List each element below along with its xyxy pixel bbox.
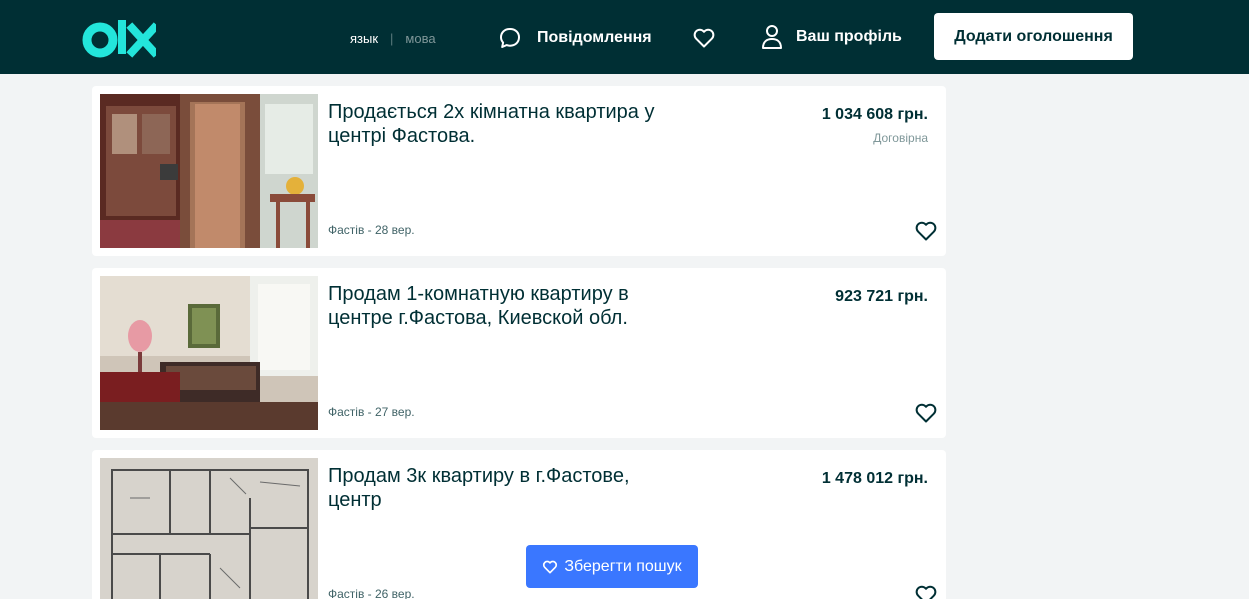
listing-title[interactable]: Продам 3к квартиру в г.Фастове, центр — [328, 464, 668, 512]
heart-icon — [543, 560, 558, 573]
listing-title[interactable]: Продається 2х кімнатна квартира у центрі… — [328, 100, 668, 148]
listing-card[interactable]: Продам 3к квартиру в г.Фастове, центр 1 … — [92, 450, 946, 599]
save-search-button[interactable]: Зберегти пошук — [526, 545, 698, 588]
add-listing-button[interactable]: Додати оголошення — [934, 13, 1133, 60]
listing-card[interactable]: Продається 2х кімнатна квартира у центрі… — [92, 86, 946, 256]
listing-card[interactable]: Продам 1-комнатную квартиру в центре г.Ф… — [92, 268, 946, 438]
messages-link[interactable]: Повідомлення — [498, 26, 652, 50]
listing-price: 1 034 608 грн. — [821, 106, 928, 123]
lang-separator: | — [390, 31, 394, 46]
listing-photo[interactable] — [100, 276, 318, 430]
bedroom-photo — [100, 276, 318, 430]
favorite-heart-icon[interactable] — [914, 219, 938, 243]
messages-label: Повідомлення — [537, 29, 652, 46]
location-date: Фастів - 28 вер. — [328, 223, 415, 237]
floor-plan-photo — [100, 458, 318, 599]
listing-photo[interactable] — [100, 94, 318, 248]
favorites-heart-icon[interactable] — [692, 26, 716, 50]
negotiable-label: Договірна — [873, 131, 928, 145]
listing-price: 923 721 грн. — [835, 288, 928, 305]
lang-option-ru[interactable]: язык — [350, 31, 378, 46]
chat-bubble-icon — [500, 28, 520, 48]
location-date: Фастів - 26 вер. — [328, 587, 415, 599]
top-header: язык | мова Повідомлення Ваш профіль Дод… — [0, 0, 1249, 74]
living-room-photo — [100, 94, 318, 248]
listing-price: 1 478 012 грн. — [821, 470, 928, 487]
lang-option-uk[interactable]: мова — [405, 31, 435, 46]
favorite-heart-icon[interactable] — [914, 401, 938, 425]
favorite-heart-icon[interactable] — [914, 583, 938, 599]
olx-logo[interactable] — [82, 18, 156, 58]
location-date: Фастів - 27 вер. — [328, 405, 415, 419]
user-icon — [762, 25, 782, 49]
language-switcher: язык | мова — [350, 31, 436, 46]
listing-photo[interactable] — [100, 458, 318, 599]
save-search-label: Зберегти пошук — [564, 557, 682, 575]
profile-link[interactable]: Ваш профіль — [760, 24, 902, 50]
listing-title[interactable]: Продам 1-комнатную квартиру в центре г.Ф… — [328, 282, 668, 330]
profile-label: Ваш профіль — [796, 28, 902, 45]
